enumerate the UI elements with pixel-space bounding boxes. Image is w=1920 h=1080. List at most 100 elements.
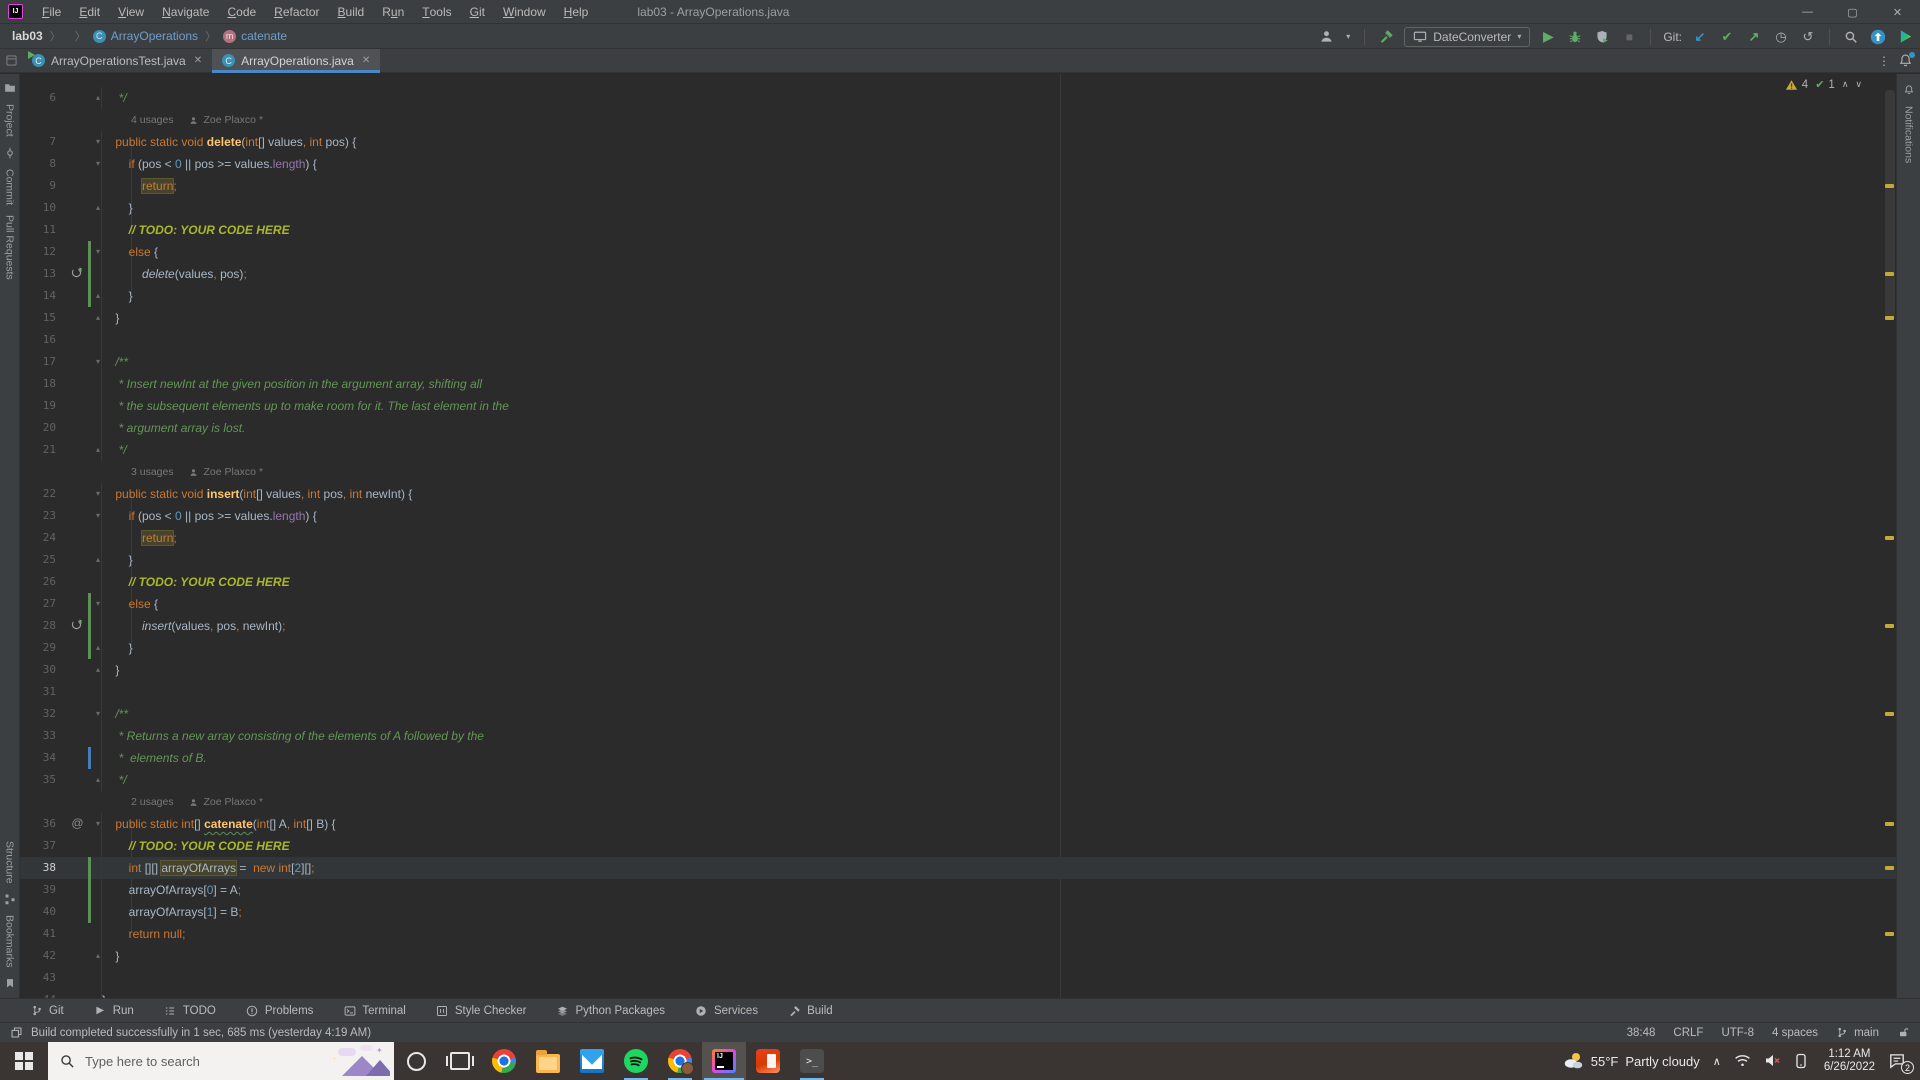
taskbar-app-mail[interactable] [570, 1042, 614, 1080]
git-update-button[interactable]: ↙ [1691, 28, 1709, 46]
code-line[interactable]: 42 ▴ } [20, 945, 1896, 967]
recursive-gutter-icon[interactable] [70, 618, 85, 633]
code-text[interactable]: if (pos < 0 || pos >= values.length) { [102, 505, 1896, 527]
code-text[interactable]: * argument array is lost. [102, 417, 1896, 439]
code-text[interactable]: /** [102, 703, 1896, 725]
code-line[interactable]: 30 ▴ } [20, 659, 1896, 681]
line-number[interactable]: 35 [20, 769, 56, 791]
tab-close-icon[interactable]: ✕ [194, 55, 202, 66]
code-text[interactable] [102, 967, 1896, 989]
code-text[interactable]: * Returns a new array consisting of the … [102, 725, 1896, 747]
code-line[interactable]: 32 ▾ /** [20, 703, 1896, 725]
error-stripe-mark[interactable] [1885, 822, 1894, 826]
code-text[interactable]: arrayOfArrays[1] = B; [102, 901, 1896, 923]
at-gutter-icon[interactable]: @ [70, 816, 85, 831]
error-stripe-mark[interactable] [1885, 712, 1894, 716]
line-number[interactable]: 42 [20, 945, 56, 967]
tab-bar-corner-icon[interactable] [0, 49, 22, 72]
menu-build[interactable]: Build [329, 0, 374, 24]
line-number[interactable]: 38 [20, 857, 56, 879]
menu-navigate[interactable]: Navigate [153, 0, 218, 24]
code-line[interactable]: 22 ▾ public static void insert(int[] valu… [20, 483, 1896, 505]
error-stripe-mark[interactable] [1885, 272, 1894, 276]
user-profile-icon[interactable] [1317, 28, 1335, 46]
code-text[interactable]: */ [102, 87, 1896, 109]
vcs-change-marker[interactable] [88, 263, 91, 285]
error-stripe-mark[interactable] [1885, 624, 1894, 628]
code-line[interactable]: 38 int [][] arrayOfArrays = new int[2][]… [20, 857, 1896, 879]
indent-setting[interactable]: 4 spaces [1772, 1027, 1818, 1039]
debug-button[interactable] [1566, 28, 1584, 46]
code-line[interactable]: 34 * elements of B. [20, 747, 1896, 769]
code-line[interactable]: 6 ▴ */ [20, 87, 1896, 109]
inlay-hint-row[interactable]: 2 usages Zoe Plaxco * [20, 791, 1896, 813]
line-number[interactable]: 34 [20, 747, 56, 769]
line-number[interactable]: 31 [20, 681, 56, 703]
taskbar-app-file-explorer[interactable] [526, 1042, 570, 1080]
code-text[interactable]: * Insert newInt at the given position in… [102, 373, 1896, 395]
next-warning-icon[interactable]: ∨ [1855, 79, 1862, 90]
code-text[interactable]: } [102, 989, 1896, 998]
notifications-bell-icon[interactable] [1898, 52, 1915, 69]
caret-position[interactable]: 38:48 [1627, 1027, 1656, 1039]
tool-window-button-todo[interactable]: TODO [164, 1004, 216, 1017]
code-line[interactable]: 35 ▴ */ [20, 769, 1896, 791]
search-everywhere-icon[interactable] [1842, 28, 1860, 46]
scrollbar-thumb[interactable] [1885, 90, 1895, 320]
line-number[interactable]: 6 [20, 87, 56, 109]
run-with-coverage-button[interactable] [1593, 28, 1611, 46]
code-text[interactable]: else { [102, 241, 1896, 263]
volume-muted-icon[interactable] [1764, 1053, 1781, 1070]
code-line[interactable]: 36 @ ▾ public static int[] catenate(int[] … [20, 813, 1896, 835]
code-text[interactable]: return; [102, 527, 1896, 549]
menu-git[interactable]: Git [461, 0, 494, 24]
run-configuration-select[interactable]: DateConverter ▾ [1404, 26, 1531, 47]
inspections-widget[interactable]: 4 ✔ 1 ∧ ∨ [1785, 78, 1862, 91]
readonly-lock-icon[interactable] [1897, 1026, 1910, 1039]
author-hint[interactable]: Zoe Plaxco * [203, 109, 263, 131]
code-text[interactable]: int [][] arrayOfArrays = new int[2][]; [102, 857, 1896, 879]
line-number[interactable]: 40 [20, 901, 56, 923]
tray-expand-icon[interactable]: ∧ [1713, 1055, 1721, 1068]
error-stripe-mark[interactable] [1885, 866, 1894, 870]
status-message[interactable]: Build completed successfully in 1 sec, 6… [31, 1027, 371, 1039]
line-number[interactable]: 23 [20, 505, 56, 527]
code-line[interactable]: 7 ▾ public static void delete(int[] value… [20, 131, 1896, 153]
error-stripe-mark[interactable] [1885, 184, 1894, 188]
code-line[interactable]: 23 ▾ if (pos < 0 || pos >= values.length)… [20, 505, 1896, 527]
line-number[interactable]: 39 [20, 879, 56, 901]
menu-edit[interactable]: Edit [70, 0, 109, 24]
menu-refactor[interactable]: Refactor [265, 0, 328, 24]
tab-options-icon[interactable]: ⋮ [1878, 54, 1890, 68]
code-line[interactable]: 25 ▴ } [20, 549, 1896, 571]
code-text[interactable] [102, 329, 1896, 351]
tool-window-button-style-checker[interactable]: Style Checker [436, 1004, 526, 1017]
vcs-change-marker[interactable] [88, 615, 91, 637]
inlay-hint-row[interactable]: 3 usages Zoe Plaxco * [20, 461, 1896, 483]
error-stripe[interactable] [1882, 74, 1896, 998]
line-separator[interactable]: CRLF [1673, 1027, 1703, 1039]
prev-warning-icon[interactable]: ∧ [1842, 79, 1849, 90]
code-line[interactable]: 11 // TODO: YOUR CODE HERE [20, 219, 1896, 241]
error-stripe-mark[interactable] [1885, 932, 1894, 936]
code-text[interactable]: if (pos < 0 || pos >= values.length) { [102, 153, 1896, 175]
code-line[interactable]: 26 // TODO: YOUR CODE HERE [20, 571, 1896, 593]
tab-ArrayOperations.java[interactable]: C ArrayOperations.java ✕ [212, 49, 381, 73]
menu-run[interactable]: Run [373, 0, 413, 24]
author-hint[interactable]: Zoe Plaxco * [203, 461, 263, 483]
recursive-gutter-icon[interactable] [70, 266, 85, 281]
code-editor[interactable]: 6 ▴ */4 usages Zoe Plaxco * 7 ▾ public stat… [20, 74, 1896, 998]
line-number[interactable]: 9 [20, 175, 56, 197]
line-number[interactable]: 10 [20, 197, 56, 219]
vcs-change-marker[interactable] [88, 901, 91, 923]
taskbar-search-input[interactable]: Type here to search ✦ · [48, 1042, 394, 1080]
code-text[interactable]: } [102, 307, 1896, 329]
weather-widget[interactable]: 55°F Partly cloudy [1562, 1051, 1700, 1071]
vcs-change-marker[interactable] [88, 879, 91, 901]
tool-window-button-build[interactable]: Build [788, 1004, 833, 1017]
build-project-button[interactable] [1377, 28, 1395, 46]
line-number[interactable]: 36 [20, 813, 56, 835]
code-text[interactable]: public static void delete(int[] values, … [102, 131, 1896, 153]
line-number[interactable]: 17 [20, 351, 56, 373]
line-number[interactable]: 21 [20, 439, 56, 461]
